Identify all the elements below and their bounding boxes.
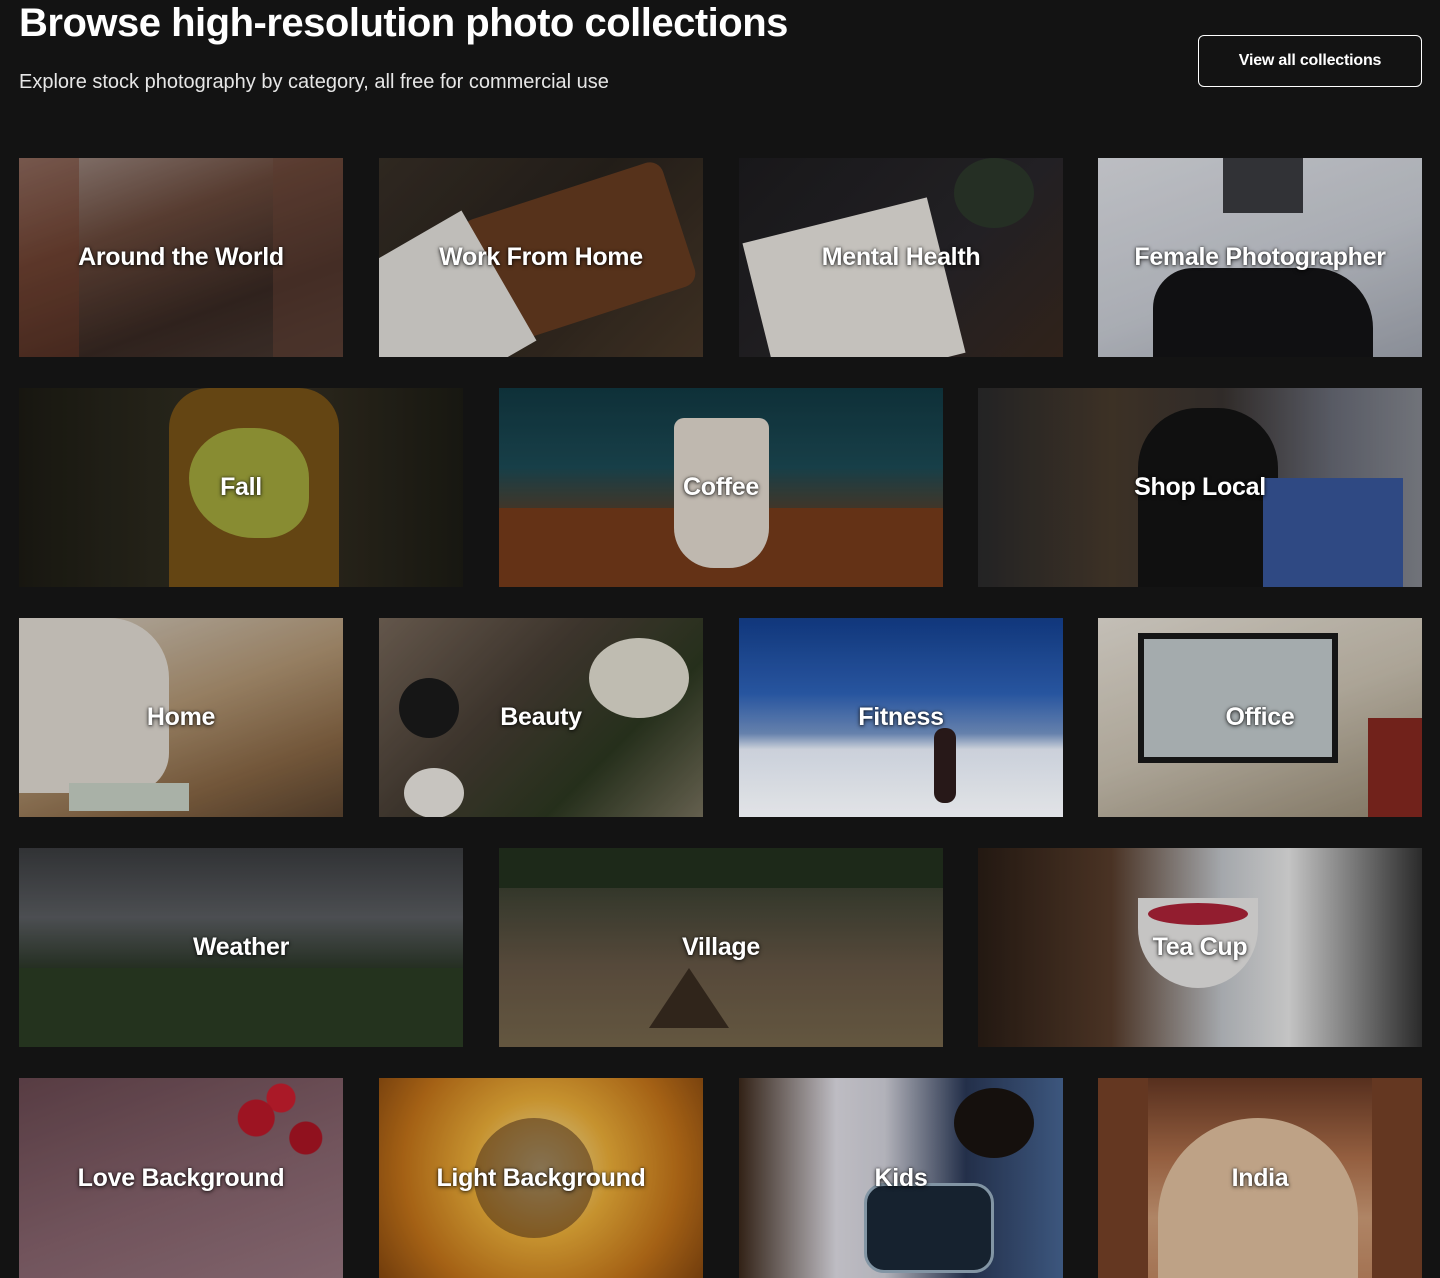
collection-label: Tea Cup [1152, 933, 1248, 961]
collection-tile-around-the-world[interactable]: Around the World [19, 158, 343, 357]
collection-tile-tea-cup[interactable]: Tea Cup [978, 848, 1422, 1047]
collection-label: Office [1225, 703, 1295, 731]
collection-label: Fitness [858, 703, 944, 731]
collection-tile-india[interactable]: India [1098, 1078, 1422, 1278]
collection-label: Shop Local [1134, 473, 1266, 501]
collection-tile-kids[interactable]: Kids [739, 1078, 1063, 1278]
view-all-collections-button[interactable]: View all collections [1198, 35, 1422, 87]
collection-label: Home [146, 703, 216, 731]
collection-tile-light-background[interactable]: Light Background [379, 1078, 703, 1278]
page-title: Browse high-resolution photo collections [19, 1, 788, 45]
collections-page: Browse high-resolution photo collections… [0, 0, 1440, 1278]
collection-tile-village[interactable]: Village [499, 848, 943, 1047]
collection-tile-fall[interactable]: Fall [19, 388, 463, 587]
collection-label: Mental Health [821, 243, 981, 271]
collection-tile-work-from-home[interactable]: Work From Home [379, 158, 703, 357]
collection-tile-female-photographer[interactable]: Female Photographer [1098, 158, 1422, 357]
collection-label: Kids [874, 1163, 928, 1192]
collection-label: Around the World [78, 243, 284, 271]
collection-label: Beauty [500, 703, 582, 731]
collection-label: Fall [220, 473, 262, 501]
page-subtitle: Explore stock photography by category, a… [19, 71, 609, 93]
collection-label: Village [681, 933, 761, 961]
collection-label: India [1231, 1163, 1289, 1192]
collection-tile-fitness[interactable]: Fitness [739, 618, 1063, 817]
collection-tile-weather[interactable]: Weather [19, 848, 463, 1047]
collection-tile-love-background[interactable]: Love Background [19, 1078, 343, 1278]
collection-tile-home[interactable]: Home [19, 618, 343, 817]
collection-label: Female Photographer [1134, 243, 1386, 271]
collection-label: Light Background [436, 1163, 646, 1192]
collection-label: Coffee [683, 473, 759, 501]
collection-tile-coffee[interactable]: Coffee [499, 388, 943, 587]
collection-tile-office[interactable]: Office [1098, 618, 1422, 817]
collection-tile-beauty[interactable]: Beauty [379, 618, 703, 817]
collection-tile-shop-local[interactable]: Shop Local [978, 388, 1422, 587]
collection-tile-mental-health[interactable]: Mental Health [739, 158, 1063, 357]
collection-label: Weather [192, 933, 290, 961]
collection-label: Work From Home [439, 243, 643, 271]
collection-label: Love Background [77, 1163, 285, 1192]
